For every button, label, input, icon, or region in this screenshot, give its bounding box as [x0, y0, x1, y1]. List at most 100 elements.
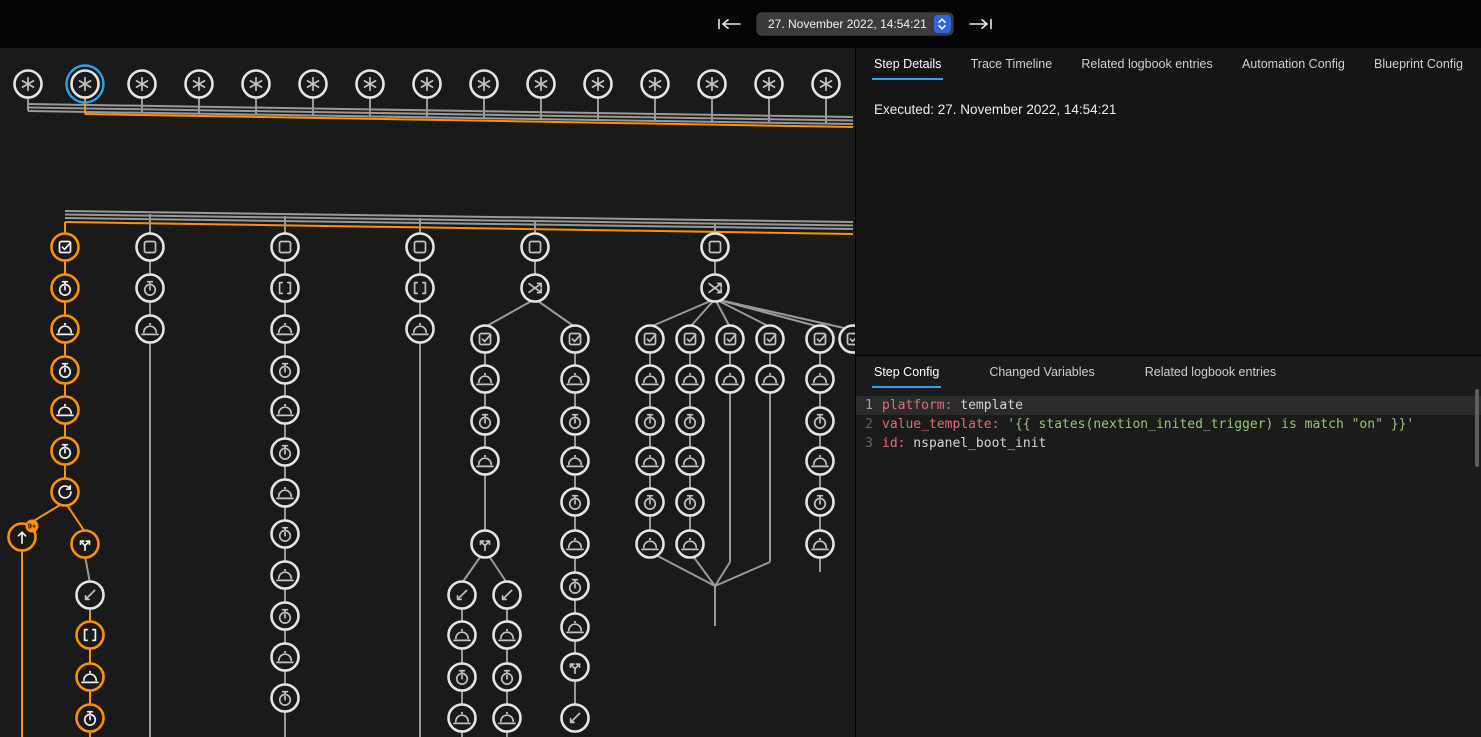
trace-node-timer[interactable] [52, 275, 79, 302]
trace-node-brackets[interactable] [407, 275, 434, 302]
trace-node-service[interactable] [677, 366, 704, 393]
trace-node-service[interactable] [137, 316, 164, 343]
tab-automation-config[interactable]: Automation Config [1240, 48, 1347, 80]
trace-node-service[interactable] [272, 397, 299, 424]
trace-node-asterisk[interactable] [15, 71, 42, 98]
trace-node-condition[interactable] [562, 326, 589, 353]
step-config-code[interactable]: 1platform: template2value_template: '{{ … [856, 396, 1481, 453]
code-line[interactable]: 1platform: template [856, 396, 1481, 415]
trace-node-service[interactable] [562, 531, 589, 558]
trace-node-asterisk[interactable] [357, 71, 384, 98]
trace-node-asterisk[interactable] [243, 71, 270, 98]
trace-node-service[interactable] [494, 622, 521, 649]
trace-node-service[interactable] [562, 614, 589, 641]
trace-node-asterisk[interactable] [813, 71, 840, 98]
code-line[interactable]: 2value_template: '{{ states(nextion_init… [856, 415, 1481, 434]
trace-node-timer[interactable] [272, 439, 299, 466]
trace-node-timer[interactable] [562, 408, 589, 435]
trace-node-service[interactable] [449, 705, 476, 732]
code-line[interactable]: 3id: nspanel_boot_init [856, 434, 1481, 453]
tab-step-config[interactable]: Step Config [872, 356, 941, 388]
trace-node-service[interactable] [472, 366, 499, 393]
trace-node-asterisk[interactable] [756, 71, 783, 98]
trace-node-condition[interactable] [757, 326, 784, 353]
trace-node-timer[interactable] [472, 408, 499, 435]
trace-node-asterisk[interactable] [585, 71, 612, 98]
run-selector[interactable]: 27. November 2022, 14:54:21 [757, 13, 953, 35]
trace-node-arrow-dl[interactable] [77, 582, 104, 609]
trace-node-service[interactable] [637, 448, 664, 475]
trace-node-square[interactable] [407, 234, 434, 261]
trace-node-service[interactable] [272, 480, 299, 507]
trace-node-asterisk[interactable] [129, 71, 156, 98]
tab-step-details[interactable]: Step Details [872, 48, 943, 80]
trace-node-service[interactable] [637, 531, 664, 558]
trace-node-service[interactable] [52, 316, 79, 343]
trace-node-timer[interactable] [807, 408, 834, 435]
trace-node-service[interactable] [807, 366, 834, 393]
trace-node-condition[interactable] [677, 326, 704, 353]
trace-node-condition[interactable] [717, 326, 744, 353]
tab-blueprint-config[interactable]: Blueprint Config [1372, 48, 1465, 80]
trace-node-service[interactable] [562, 448, 589, 475]
trace-node-asterisk[interactable] [471, 71, 498, 98]
next-run-button[interactable] [964, 14, 998, 34]
trace-node-timer[interactable] [52, 438, 79, 465]
trace-node-service[interactable] [472, 448, 499, 475]
trace-node-timer[interactable] [807, 489, 834, 516]
trace-node-timer[interactable] [272, 357, 299, 384]
trace-node-condition[interactable] [807, 326, 834, 353]
trace-node-timer[interactable] [677, 489, 704, 516]
trace-node-service[interactable] [494, 705, 521, 732]
trace-node-condition[interactable] [637, 326, 664, 353]
trace-node-arrow-dl[interactable] [449, 582, 476, 609]
trace-node-service[interactable] [637, 366, 664, 393]
trace-node-square[interactable] [137, 234, 164, 261]
trace-node-service[interactable] [677, 448, 704, 475]
trace-node-square[interactable] [522, 234, 549, 261]
tab-trace-timeline[interactable]: Trace Timeline [969, 48, 1055, 80]
trace-node-service[interactable] [52, 397, 79, 424]
trace-node-service[interactable] [449, 622, 476, 649]
trace-node-timer[interactable] [677, 408, 704, 435]
trace-node-asterisk[interactable] [300, 71, 327, 98]
trace-graph-pane[interactable]: 9+ [0, 48, 855, 737]
trace-node-asterisk[interactable] [67, 66, 104, 103]
trace-node-timer[interactable] [449, 664, 476, 691]
trace-node-square[interactable] [702, 234, 729, 261]
trace-node-arrow-dl[interactable] [562, 705, 589, 732]
tab-related-logbook-entries[interactable]: Related logbook entries [1079, 48, 1214, 80]
trace-node-parallel[interactable] [702, 275, 729, 302]
scrollbar-thumb[interactable] [1475, 389, 1479, 467]
trace-node-asterisk[interactable] [186, 71, 213, 98]
trace-node-repeat[interactable] [52, 479, 79, 506]
trace-node-asterisk[interactable] [642, 71, 669, 98]
trace-node-service[interactable] [77, 664, 104, 691]
trace-node-split[interactable] [72, 531, 99, 558]
trace-node-service[interactable] [717, 366, 744, 393]
trace-node-asterisk[interactable] [699, 71, 726, 98]
trace-node-service[interactable] [677, 531, 704, 558]
trace-node-arrow-dl[interactable] [494, 582, 521, 609]
trace-node-service[interactable] [272, 644, 299, 671]
trace-node-condition[interactable] [52, 234, 79, 261]
trace-node-timer[interactable] [272, 603, 299, 630]
trace-node-timer[interactable] [562, 489, 589, 516]
tab-changed-variables[interactable]: Changed Variables [987, 356, 1096, 388]
trace-node-service[interactable] [807, 448, 834, 475]
trace-node-timer[interactable] [272, 521, 299, 548]
trace-node-split[interactable] [562, 654, 589, 681]
trace-node-asterisk[interactable] [414, 71, 441, 98]
trace-node-asterisk[interactable] [528, 71, 555, 98]
trace-node-service[interactable] [272, 562, 299, 589]
trace-node-service[interactable] [757, 366, 784, 393]
trace-node-split[interactable] [472, 531, 499, 558]
trace-node-parallel[interactable] [522, 275, 549, 302]
trace-node-timer[interactable] [562, 573, 589, 600]
trace-node-timer[interactable] [494, 664, 521, 691]
trace-node-service[interactable] [272, 316, 299, 343]
trace-node-arrow-up[interactable]: 9+ [9, 520, 39, 551]
trace-node-brackets[interactable] [77, 622, 104, 649]
tab-related-logbook-entries[interactable]: Related logbook entries [1143, 356, 1278, 388]
trace-node-condition[interactable] [472, 326, 499, 353]
